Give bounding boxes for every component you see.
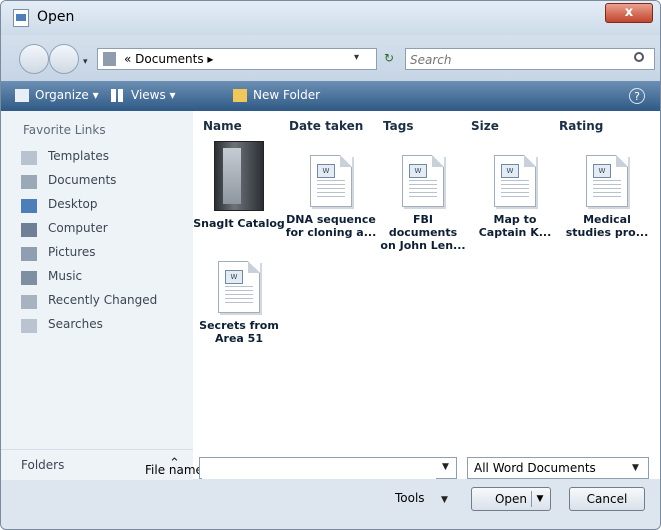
column-header-size[interactable]: Size bbox=[471, 119, 499, 133]
word-document-icon: W bbox=[310, 155, 352, 207]
views-button[interactable]: Views ▾ bbox=[131, 88, 176, 102]
sidebar-item-pictures[interactable]: Pictures bbox=[21, 243, 191, 265]
sidebar-item-music[interactable]: Music bbox=[21, 267, 191, 289]
file-item-map-to-captain[interactable]: W Map to Captain K... bbox=[469, 141, 561, 239]
tools-button[interactable]: Tools bbox=[395, 491, 425, 505]
dialog-icon bbox=[13, 9, 29, 27]
folder-icon bbox=[214, 141, 264, 211]
file-name: Map to bbox=[493, 213, 537, 226]
sidebar-item-label: Documents bbox=[48, 173, 117, 187]
open-button-label: Open bbox=[494, 492, 528, 506]
column-header-date-taken[interactable]: Date taken bbox=[289, 119, 363, 133]
file-name-line2: Captain K... bbox=[478, 226, 552, 239]
file-name: Medical bbox=[583, 213, 631, 226]
file-name: Secrets from bbox=[199, 319, 279, 332]
file-name-combobox[interactable]: ▼ bbox=[199, 457, 457, 479]
sidebar-item-documents[interactable]: Documents bbox=[21, 171, 191, 193]
sidebar-item-label: Recently Changed bbox=[48, 293, 158, 307]
open-dialog: Open x ▾ « Documents ▸ ▾ ↻ Organize ▾ Vi… bbox=[0, 0, 661, 530]
views-icon bbox=[111, 89, 125, 102]
computer-icon bbox=[21, 223, 37, 237]
word-document-icon: W bbox=[494, 155, 536, 207]
recent-pages-chevron-icon[interactable]: ▾ bbox=[83, 57, 88, 67]
sidebar-item-label: Templates bbox=[48, 149, 110, 163]
search-icon[interactable] bbox=[634, 52, 644, 62]
search-box[interactable] bbox=[405, 48, 655, 70]
file-item-snagit-catalog[interactable]: SnagIt Catalog bbox=[193, 141, 285, 230]
address-path[interactable]: « Documents ▸ bbox=[124, 52, 213, 66]
title-bar: Open x bbox=[1, 1, 660, 35]
file-name-input[interactable] bbox=[202, 459, 436, 479]
sidebar-item-label: Music bbox=[48, 269, 83, 283]
file-name-line2: Area 51 bbox=[215, 332, 263, 345]
help-icon[interactable]: ? bbox=[629, 88, 645, 104]
command-toolbar: Organize ▾ Views ▾ New Folder ? bbox=[1, 81, 660, 111]
file-item-dna-sequence[interactable]: W DNA sequence for cloning a... bbox=[285, 141, 377, 239]
sidebar-item-searches[interactable]: Searches bbox=[21, 315, 191, 337]
organize-icon bbox=[15, 89, 29, 102]
templates-icon bbox=[21, 151, 37, 165]
file-item-secrets-area-51[interactable]: W Secrets from Area 51 bbox=[193, 251, 285, 345]
file-item-medical-studies[interactable]: W Medical studies pro... bbox=[561, 141, 653, 239]
column-header-rating[interactable]: Rating bbox=[559, 119, 603, 133]
music-icon bbox=[21, 271, 37, 285]
sidebar-item-recently-changed[interactable]: Recently Changed bbox=[21, 291, 191, 313]
favorite-links-heading: Favorite Links bbox=[23, 123, 106, 137]
recently-changed-icon bbox=[21, 295, 37, 309]
desktop-icon bbox=[21, 199, 37, 213]
sidebar-item-desktop[interactable]: Desktop bbox=[21, 195, 191, 217]
pictures-icon bbox=[21, 247, 37, 261]
search-input[interactable] bbox=[408, 50, 622, 70]
column-header-tags[interactable]: Tags bbox=[383, 119, 413, 133]
close-button[interactable]: x bbox=[605, 3, 653, 23]
file-name-line2: studies pro... bbox=[565, 226, 649, 239]
documents-icon bbox=[21, 175, 37, 189]
file-name-line2: on John Len... bbox=[380, 239, 466, 252]
file-name-label: File name: bbox=[145, 463, 207, 477]
searches-icon bbox=[21, 319, 37, 333]
dialog-title: Open bbox=[37, 9, 75, 25]
file-name-line2: for cloning a... bbox=[285, 226, 377, 239]
back-button[interactable] bbox=[19, 44, 49, 74]
sidebar-item-label: Pictures bbox=[48, 245, 96, 259]
sidebar-item-label: Computer bbox=[48, 221, 108, 235]
word-document-icon: W bbox=[402, 155, 444, 207]
file-name: FBI documents bbox=[388, 213, 458, 239]
sidebar-item-label: Searches bbox=[48, 317, 103, 331]
navigation-bar: ▾ « Documents ▸ ▾ ↻ bbox=[1, 35, 660, 81]
organize-button[interactable]: Organize ▾ bbox=[35, 88, 99, 102]
folders-label: Folders bbox=[21, 458, 65, 472]
chevron-down-icon[interactable]: ▼ bbox=[442, 462, 449, 472]
address-dropdown-icon[interactable]: ▾ bbox=[354, 52, 359, 63]
tools-dropdown-icon[interactable]: ▼ bbox=[441, 495, 448, 505]
refresh-icon[interactable]: ↻ bbox=[377, 48, 401, 70]
sidebar-item-label: Desktop bbox=[48, 197, 98, 211]
new-folder-button[interactable]: New Folder bbox=[253, 88, 320, 102]
address-bar[interactable]: « Documents ▸ ▾ bbox=[97, 48, 377, 70]
file-type-value: All Word Documents bbox=[474, 461, 596, 475]
word-document-icon: W bbox=[586, 155, 628, 207]
sidebar-item-computer[interactable]: Computer bbox=[21, 219, 191, 241]
column-header-name[interactable]: Name bbox=[203, 119, 242, 133]
navigation-pane: Favorite Links Templates Documents Deskt… bbox=[1, 111, 193, 449]
file-name: SnagIt Catalog bbox=[193, 217, 285, 230]
forward-button[interactable] bbox=[49, 44, 79, 74]
file-list: Name Date taken Tags Size Rating SnagIt … bbox=[193, 111, 660, 479]
chevron-down-icon[interactable]: ▼ bbox=[632, 463, 639, 473]
new-folder-icon bbox=[233, 89, 247, 102]
sidebar-item-templates[interactable]: Templates bbox=[21, 147, 191, 169]
library-icon bbox=[103, 52, 116, 66]
file-name: DNA sequence bbox=[286, 213, 376, 226]
word-document-icon: W bbox=[218, 261, 260, 313]
open-options-chevron-icon[interactable]: ▼ bbox=[531, 491, 548, 507]
file-type-select[interactable]: All Word Documents ▼ bbox=[467, 457, 649, 479]
cancel-button[interactable]: Cancel bbox=[569, 487, 645, 511]
file-item-fbi-documents[interactable]: W FBI documents on John Len... bbox=[377, 141, 469, 252]
